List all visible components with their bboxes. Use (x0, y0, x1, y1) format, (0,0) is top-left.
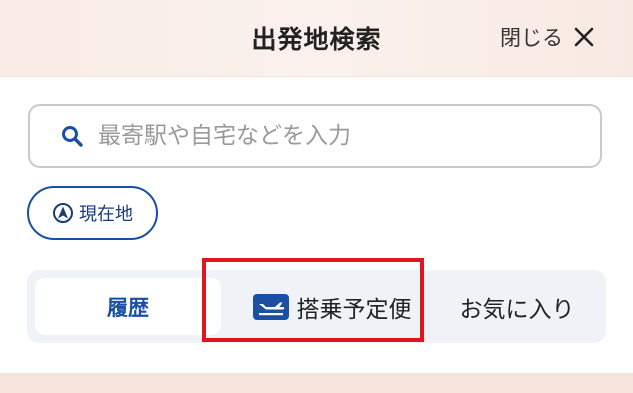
bottom-band (0, 373, 633, 393)
current-location-label: 現在地 (79, 204, 133, 225)
tab-bar: 履歴 搭乗予定便 お気に入り (27, 270, 606, 343)
location-arrow-icon (52, 202, 74, 224)
tab-favorites[interactable]: お気に入り (437, 274, 597, 339)
tab-history[interactable]: 履歴 (35, 278, 221, 335)
tab-scheduled-flights-label: 搭乗予定便 (296, 296, 412, 323)
close-button[interactable]: 閉じる (500, 20, 595, 54)
search-input[interactable] (96, 122, 580, 150)
tab-history-label: 履歴 (107, 295, 149, 320)
tab-scheduled-flights[interactable]: 搭乗予定便 (227, 274, 437, 339)
tab-favorites-label: お気に入り (459, 296, 575, 323)
close-icon (573, 26, 595, 48)
plane-icon (252, 293, 289, 320)
search-icon (60, 124, 84, 148)
close-label: 閉じる (500, 26, 563, 50)
search-field[interactable] (28, 104, 602, 168)
header-bar: 出発地検索 閉じる (0, 0, 633, 77)
current-location-button[interactable]: 現在地 (27, 186, 158, 240)
